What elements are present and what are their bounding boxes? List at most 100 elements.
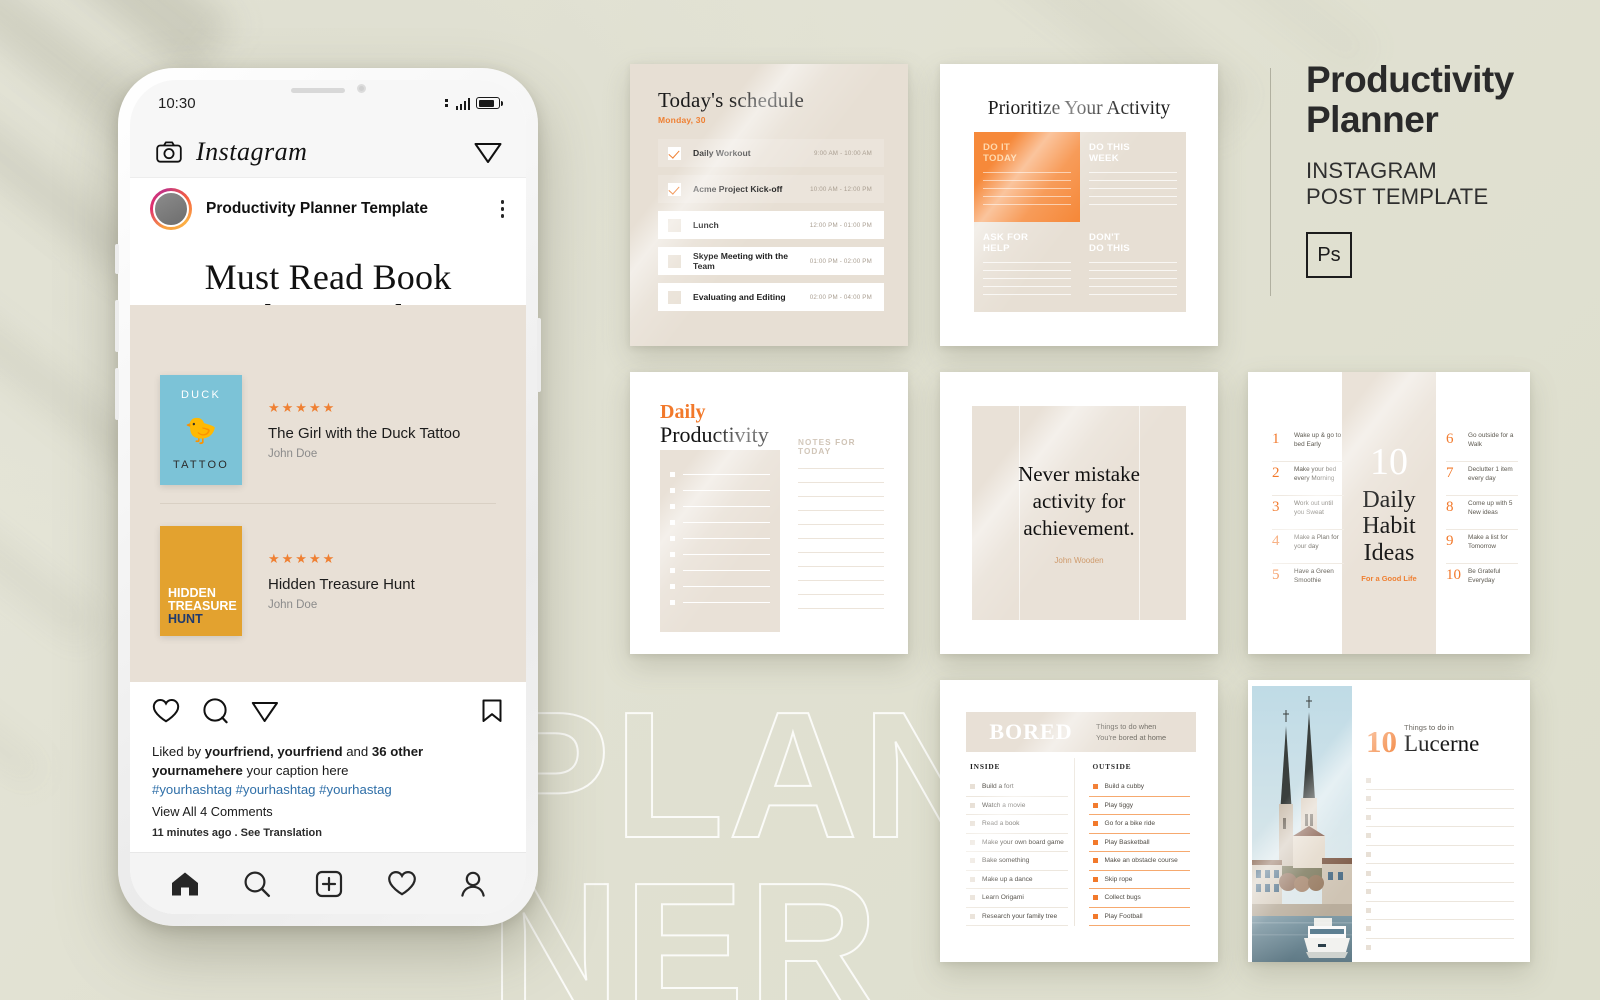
priority-quadrant-do-it-today[interactable]: DO IT TODAY xyxy=(974,132,1080,222)
more-options-icon[interactable] xyxy=(500,200,504,218)
phone-mute-button[interactable] xyxy=(115,244,119,274)
search-icon[interactable] xyxy=(243,870,271,898)
checkbox-icon[interactable] xyxy=(970,821,975,827)
list-item[interactable] xyxy=(1366,771,1514,790)
table-row[interactable]: Play tiggy xyxy=(1088,797,1190,815)
table-row[interactable]: Research your family tree xyxy=(966,908,1068,926)
checkbox-icon[interactable] xyxy=(1366,945,1371,951)
checkbox-icon[interactable] xyxy=(670,504,675,509)
home-icon[interactable] xyxy=(170,870,200,898)
checkbox-icon[interactable] xyxy=(1366,889,1371,895)
checklist-row[interactable] xyxy=(670,536,770,541)
checklist-row[interactable] xyxy=(670,568,770,573)
comment-icon[interactable] xyxy=(202,698,229,724)
avatar[interactable] xyxy=(150,188,192,230)
bookmark-icon[interactable] xyxy=(480,698,504,724)
table-row[interactable]: Learn Origami xyxy=(966,889,1068,908)
schedule-item[interactable]: Evaluating and Editing 02:00 PM - 04:00 … xyxy=(658,283,884,311)
checklist-row[interactable] xyxy=(670,520,770,525)
checkbox-icon[interactable] xyxy=(970,913,975,919)
checkbox-icon[interactable] xyxy=(970,802,975,808)
checkbox-icon[interactable] xyxy=(670,520,675,525)
checklist-row[interactable] xyxy=(670,472,770,477)
card-prioritize-activity[interactable]: Prioritize Your Activity DO IT TODAY DO T… xyxy=(940,64,1218,346)
checkbox-icon[interactable] xyxy=(670,536,675,541)
priority-quadrant-ask-for-help[interactable]: ASK FOR HELP xyxy=(974,222,1080,312)
activity-icon[interactable] xyxy=(387,870,417,897)
checkbox-icon[interactable] xyxy=(1366,796,1371,802)
list-item[interactable] xyxy=(1366,902,1514,921)
checkbox-icon[interactable] xyxy=(970,858,975,864)
checkbox-checked-icon[interactable] xyxy=(668,182,681,196)
checkbox-icon[interactable] xyxy=(668,218,681,232)
table-row[interactable]: Collect bugs xyxy=(1088,889,1190,908)
profile-icon[interactable] xyxy=(460,870,486,898)
checkbox-icon[interactable] xyxy=(668,290,681,304)
table-row[interactable]: Play Basketball xyxy=(1088,834,1190,852)
schedule-item[interactable]: Daily Workout 9:00 AM - 10:00 AM xyxy=(658,139,884,167)
table-row[interactable]: Bake something xyxy=(966,852,1068,871)
checklist-row[interactable] xyxy=(670,488,770,493)
list-item[interactable] xyxy=(1366,864,1514,883)
checkbox-icon[interactable] xyxy=(1366,870,1371,876)
table-row[interactable]: Make up a dance xyxy=(966,871,1068,889)
phone-volume-up-button[interactable] xyxy=(115,300,119,352)
checkbox-icon[interactable] xyxy=(970,895,975,901)
checkbox-icon[interactable] xyxy=(670,568,675,573)
list-item[interactable] xyxy=(1366,846,1514,865)
camera-icon[interactable] xyxy=(156,141,182,163)
checkbox-icon[interactable] xyxy=(1092,821,1098,827)
checkbox-icon[interactable] xyxy=(1092,876,1098,882)
card-daily-productivity[interactable]: Daily Productivity NOTES FOR TODAY xyxy=(630,372,908,654)
caption-username[interactable]: yournamehere xyxy=(152,763,243,778)
post-username[interactable]: Productivity Planner Template xyxy=(206,200,487,218)
priority-quadrant-do-this-week[interactable]: DO THIS WEEK xyxy=(1080,132,1186,222)
list-item[interactable] xyxy=(1366,939,1514,958)
liked-names[interactable]: yourfriend, yourfriend xyxy=(205,744,343,759)
caption-hashtags[interactable]: #yourhashtag #yourhashtag #yourhastag xyxy=(152,780,504,799)
table-row[interactable]: Read a book xyxy=(966,815,1068,834)
card-bored-list[interactable]: BORED Things to do when You're bored at … xyxy=(940,680,1218,962)
table-row[interactable]: Skip rope xyxy=(1088,871,1190,889)
liked-count[interactable]: 36 other xyxy=(372,744,423,759)
checkbox-icon[interactable] xyxy=(668,254,681,268)
priority-quadrant-dont-do-this[interactable]: DON'T DO THIS xyxy=(1080,222,1186,312)
checkbox-icon[interactable] xyxy=(1092,895,1098,901)
table-row[interactable]: Go for a bike ride xyxy=(1088,815,1190,834)
checkbox-icon[interactable] xyxy=(1366,907,1371,913)
checkbox-icon[interactable] xyxy=(1366,926,1371,932)
table-row[interactable]: Build a cubby xyxy=(1088,778,1190,797)
schedule-item[interactable]: Lunch 12:00 PM - 01:00 PM xyxy=(658,211,884,239)
list-item[interactable] xyxy=(1366,827,1514,846)
schedule-item[interactable]: Acme Project Kick-off 10:00 AM - 12:00 P… xyxy=(658,175,884,203)
checklist-row[interactable] xyxy=(670,552,770,557)
heart-icon[interactable] xyxy=(152,698,180,724)
table-row[interactable]: Build a fort xyxy=(966,778,1068,797)
list-item[interactable] xyxy=(1366,809,1514,828)
checkbox-icon[interactable] xyxy=(970,839,975,845)
card-lucerne-list[interactable]: 10 Things to do in Lucerne xyxy=(1248,680,1530,962)
checkbox-checked-icon[interactable] xyxy=(668,146,681,160)
paper-plane-icon[interactable] xyxy=(474,139,502,165)
checkbox-icon[interactable] xyxy=(1366,777,1371,783)
phone-power-button[interactable] xyxy=(537,318,541,392)
checkbox-icon[interactable] xyxy=(1092,784,1098,790)
share-icon[interactable] xyxy=(251,698,279,724)
checkbox-icon[interactable] xyxy=(670,600,675,605)
schedule-item[interactable]: Skype Meeting with the Team 01:00 PM - 0… xyxy=(658,247,884,275)
table-row[interactable]: Watch a movie xyxy=(966,797,1068,815)
checklist-row[interactable] xyxy=(670,584,770,589)
checkbox-icon[interactable] xyxy=(1092,839,1098,845)
card-daily-habit-ideas[interactable]: 10 Daily Habit Ideas For a Good Life 1 Wa… xyxy=(1248,372,1530,654)
list-item[interactable] xyxy=(1366,883,1514,902)
checkbox-icon[interactable] xyxy=(670,584,675,589)
table-row[interactable]: Play Football xyxy=(1088,908,1190,926)
checkbox-icon[interactable] xyxy=(670,472,675,477)
list-item[interactable] xyxy=(1366,790,1514,809)
checkbox-icon[interactable] xyxy=(1092,802,1098,808)
checkbox-icon[interactable] xyxy=(970,876,975,882)
daily-notes-section[interactable]: NOTES FOR TODAY xyxy=(798,438,884,622)
checkbox-icon[interactable] xyxy=(1092,913,1098,919)
checkbox-icon[interactable] xyxy=(670,488,675,493)
checklist-row[interactable] xyxy=(670,504,770,509)
